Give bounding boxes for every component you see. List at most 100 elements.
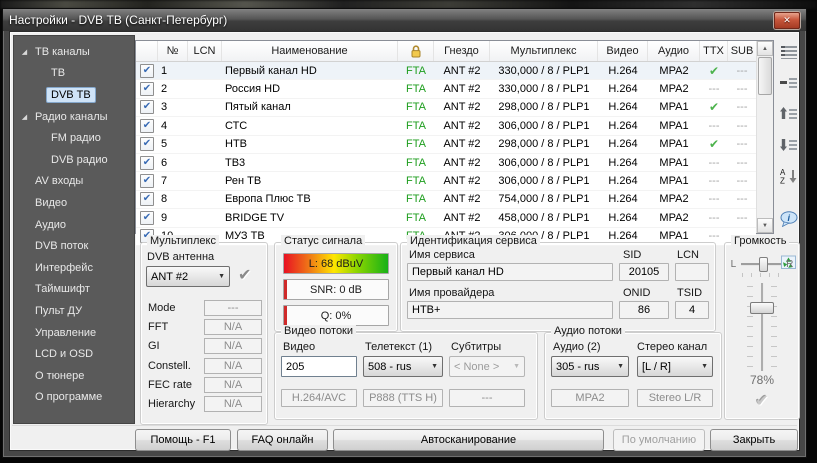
- row-checkbox[interactable]: ✔: [136, 174, 158, 188]
- balance-slider-thumb[interactable]: [759, 257, 768, 272]
- channel-row[interactable]: ✔4СТСFTAANT #2306,000 / 8 / PLP1H.264MPA…: [136, 117, 756, 135]
- cell-ttx: ---: [700, 193, 728, 205]
- checkbox-check-icon: ✔: [140, 64, 154, 78]
- autoscan-button[interactable]: Автосканирование: [333, 429, 604, 451]
- sidebar-item[interactable]: Видео: [14, 192, 134, 214]
- close-dialog-button[interactable]: Закрыть: [710, 429, 798, 451]
- scroll-up-button[interactable]: ▲: [757, 41, 773, 56]
- row-checkbox[interactable]: ✔: [136, 211, 158, 225]
- balance-slider[interactable]: [741, 263, 781, 266]
- cell-num: 4: [158, 120, 188, 132]
- cell-num: 2: [158, 83, 188, 95]
- tree-expander-icon[interactable]: ◢: [19, 48, 30, 56]
- stereo-select[interactable]: [L / R] ▼: [637, 356, 713, 377]
- row-checkbox[interactable]: ✔: [136, 64, 158, 78]
- antenna-select[interactable]: ANT #2 ▼: [146, 266, 230, 287]
- close-button[interactable]: ✕: [774, 12, 800, 29]
- volume-slider[interactable]: [745, 283, 779, 371]
- header-socket[interactable]: Гнездо: [434, 41, 490, 61]
- sidebar-item[interactable]: ◢Радио каналы: [14, 106, 134, 128]
- move-down-icon[interactable]: [780, 137, 798, 153]
- header-mux[interactable]: Мультиплекс: [490, 41, 598, 61]
- window-titlebar[interactable]: Настройки - DVB ТВ (Санкт-Петербург) ✕: [3, 9, 806, 31]
- header-name[interactable]: Наименование: [222, 41, 398, 61]
- cell-name: Рен ТВ: [222, 175, 398, 187]
- sort-az-icon[interactable]: AZ: [780, 168, 798, 184]
- channel-row[interactable]: ✔6ТВ3FTAANT #2306,000 / 8 / PLP1H.264MPA…: [136, 154, 756, 172]
- channel-row[interactable]: ✔8Европа Плюс ТВFTAANT #2754,000 / 8 / P…: [136, 191, 756, 209]
- cell-video: H.264: [598, 83, 648, 95]
- antenna-apply-check-icon[interactable]: ✔: [238, 265, 251, 285]
- sidebar-item[interactable]: DVB ТВ: [14, 84, 134, 106]
- cell-audio: MPA1: [648, 120, 700, 132]
- scroll-down-button[interactable]: ▼: [757, 218, 773, 233]
- param-value-field: N/A: [204, 338, 262, 354]
- channel-row[interactable]: ✔1Первый канал HDFTAANT #2330,000 / 8 / …: [136, 62, 756, 80]
- sidebar-item[interactable]: DVB поток: [14, 235, 134, 257]
- cell-audio: MPA1: [648, 101, 700, 113]
- sidebar-item[interactable]: О программе: [14, 387, 134, 409]
- channel-row[interactable]: ✔3Пятый каналFTAANT #2298,000 / 8 / PLP1…: [136, 99, 756, 117]
- signal-group-title: Статус сигнала: [281, 235, 365, 247]
- move-up-icon[interactable]: [780, 106, 798, 122]
- cell-fta: FTA: [398, 138, 434, 150]
- row-checkbox[interactable]: ✔: [136, 156, 158, 170]
- help-button[interactable]: Помощь - F1: [135, 429, 231, 451]
- channel-row[interactable]: ✔5НТВFTAANT #2298,000 / 8 / PLP1H.264MPA…: [136, 136, 756, 154]
- scrollbar-thumb[interactable]: [758, 57, 772, 95]
- header-audio[interactable]: Аудио: [648, 41, 700, 61]
- remove-channel-icon[interactable]: [780, 75, 798, 91]
- multiplex-group-title: Мультиплекс: [147, 235, 219, 247]
- tsid-label: TSID: [677, 287, 702, 299]
- video-pid-input[interactable]: 205: [281, 356, 357, 377]
- sidebar-item[interactable]: ◢ТВ каналы: [14, 41, 134, 63]
- row-checkbox[interactable]: ✔: [136, 137, 158, 151]
- header-lcn[interactable]: LCN: [188, 41, 222, 61]
- sidebar-item[interactable]: LCD и OSD: [14, 343, 134, 365]
- channel-row[interactable]: ✔7Рен ТВFTAANT #2306,000 / 8 / PLP1H.264…: [136, 172, 756, 190]
- audio-select[interactable]: 305 - rus ▼: [551, 356, 629, 377]
- channel-info-icon[interactable]: i: [780, 211, 798, 227]
- sidebar-item[interactable]: Аудио: [14, 214, 134, 236]
- row-checkbox[interactable]: ✔: [136, 192, 158, 206]
- row-checkbox[interactable]: ✔: [136, 119, 158, 133]
- chevron-down-icon: ▼: [509, 363, 520, 370]
- sidebar-item[interactable]: FM радио: [14, 127, 134, 149]
- header-num[interactable]: №: [158, 41, 188, 61]
- sidebar-item[interactable]: DVB радио: [14, 149, 134, 171]
- sidebar-item[interactable]: Пульт ДУ: [14, 300, 134, 322]
- channel-row[interactable]: ✔9BRIDGE TVFTAANT #2458,000 / 8 / PLP1H.…: [136, 209, 756, 227]
- row-checkbox[interactable]: ✔: [136, 100, 158, 114]
- sidebar-item[interactable]: Таймшифт: [14, 279, 134, 301]
- teletext-select[interactable]: 508 - rus ▼: [363, 356, 443, 377]
- subtitles-select[interactable]: < None > ▼: [449, 356, 525, 377]
- cell-mux: 298,000 / 8 / PLP1: [490, 101, 598, 113]
- lock-icon[interactable]: [398, 41, 434, 61]
- tree-expander-icon[interactable]: ◢: [19, 113, 30, 121]
- sidebar-item[interactable]: AV входы: [14, 171, 134, 193]
- param-label: Hierarchy: [146, 398, 204, 410]
- table-scrollbar[interactable]: ▲ ▼: [756, 41, 773, 233]
- provider-field: НТВ+: [407, 301, 613, 319]
- cell-sub: ---: [728, 175, 756, 187]
- channel-list-icon[interactable]: [780, 44, 798, 60]
- snr-level-sliver: [284, 280, 287, 299]
- sidebar-item[interactable]: ТВ: [14, 63, 134, 85]
- volume-slider-track[interactable]: [761, 283, 764, 371]
- defaults-button[interactable]: По умолчанию: [613, 429, 705, 451]
- header-ttx[interactable]: TTX: [700, 41, 728, 61]
- header-video[interactable]: Видео: [598, 41, 648, 61]
- volume-check-icon[interactable]: ✔: [755, 391, 768, 411]
- sidebar-item[interactable]: О тюнере: [14, 365, 134, 387]
- channel-row[interactable]: ✔2Россия HDFTAANT #2330,000 / 8 / PLP1H.…: [136, 80, 756, 98]
- faq-button[interactable]: FAQ онлайн: [237, 429, 328, 451]
- volume-slider-thumb[interactable]: [750, 302, 774, 314]
- sidebar-item[interactable]: Управление: [14, 322, 134, 344]
- cell-sub: ---: [728, 120, 756, 132]
- checkbox-check-icon: ✔: [140, 156, 154, 170]
- header-sub[interactable]: SUB: [728, 41, 756, 61]
- row-checkbox[interactable]: ✔: [136, 82, 158, 96]
- antenna-label: DVB антенна: [147, 251, 214, 263]
- sidebar-item[interactable]: Интерфейс: [14, 257, 134, 279]
- chevron-down-icon: ▼: [214, 273, 225, 280]
